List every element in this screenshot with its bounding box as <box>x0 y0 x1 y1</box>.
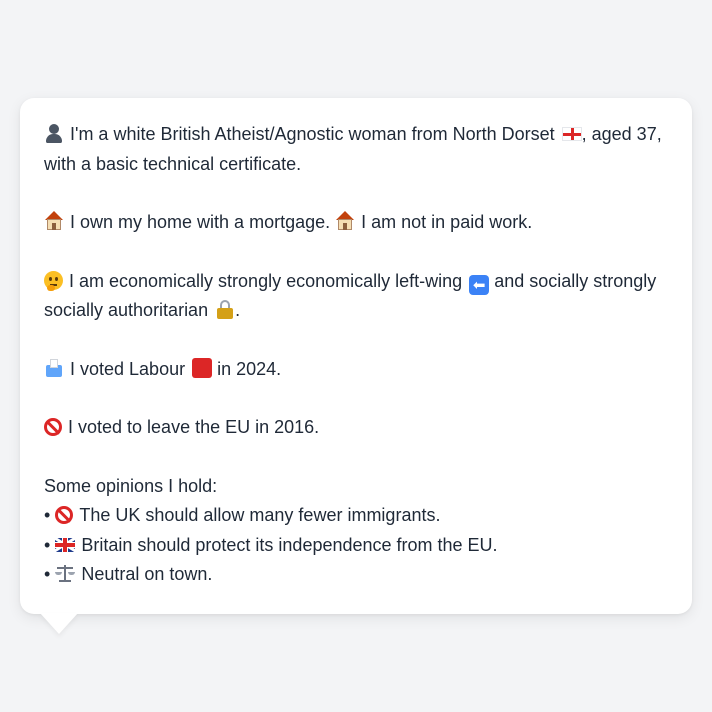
opinion-text: The UK should allow many fewer immigrant… <box>79 505 441 525</box>
ballot-box-icon <box>44 358 64 378</box>
bullet: • <box>44 534 51 555</box>
vote-text-b: in 2024. <box>217 358 282 379</box>
opinion-item: • Neutral on town. <box>44 560 668 590</box>
intro-text-before-flag: I'm a white British Atheist/Agnostic wom… <box>70 124 555 144</box>
balance-scale-icon <box>55 563 76 583</box>
house-icon <box>44 211 64 231</box>
bubble-tail <box>40 613 78 634</box>
politics-text-a: I am economically strongly economically … <box>69 270 463 291</box>
uk-flag-icon <box>55 537 76 552</box>
house-icon <box>335 211 355 231</box>
bullet: • <box>44 505 51 525</box>
red-square-icon <box>192 357 213 378</box>
no-entry-icon <box>44 418 62 436</box>
thinking-face-icon <box>44 270 63 291</box>
eu-vote-line: I voted to leave the EU in 2016. <box>44 413 668 443</box>
intro-line: I'm a white British Atheist/Agnostic wom… <box>44 120 668 179</box>
left-arrow-icon: ⬅ <box>469 274 490 295</box>
person-icon <box>44 123 64 143</box>
bullet: • <box>44 564 51 584</box>
no-entry-icon <box>55 506 74 524</box>
home-line: I own my home with a mortgage. I am not … <box>44 208 668 238</box>
eu-vote-text: I voted to leave the EU in 2016. <box>68 417 320 437</box>
lock-icon <box>215 299 235 319</box>
persona-message-bubble: I'm a white British Atheist/Agnostic wom… <box>20 98 692 614</box>
opinion-item: • The UK should allow many fewer immigra… <box>44 501 668 531</box>
opinions-heading: Some opinions I hold: <box>44 475 218 496</box>
opinion-text: Britain should protect its independence … <box>81 534 498 555</box>
politics-line: I am economically strongly economically … <box>44 267 668 326</box>
england-flag-icon <box>561 127 582 141</box>
opinion-item: • Britain should protect its independenc… <box>44 531 668 561</box>
home-text-a: I own my home with a mortgage. <box>70 212 331 232</box>
vote-2024-line: I voted Labour in 2024. <box>44 355 668 385</box>
opinion-text: Neutral on town. <box>81 564 213 584</box>
politics-text-end: . <box>235 300 241 320</box>
home-text-b: I am not in paid work. <box>361 212 533 232</box>
vote-text-a: I voted Labour <box>70 358 186 379</box>
